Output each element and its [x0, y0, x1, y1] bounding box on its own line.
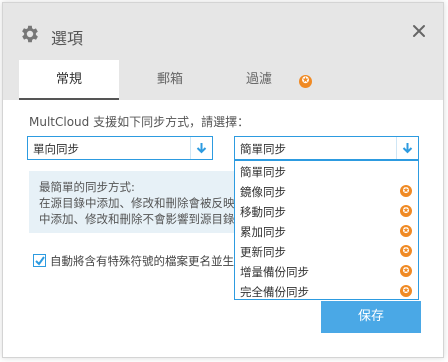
dropdown-option-update-sync[interactable]: 更新同步 ✪ [235, 241, 418, 261]
options-dialog: 選項 常規 郵箱 過濾 ✪ MultCloud 支援如下同步方式，請選擇： 單向… [2, 2, 444, 358]
sync-mode-value: 簡單同步 [240, 142, 286, 156]
dropdown-option-move-sync[interactable]: 移動同步 ✪ [235, 201, 418, 221]
dropdown-option-full-backup-sync[interactable]: 完全備份同步 ✪ [235, 281, 418, 301]
premium-star-icon: ✪ [400, 225, 412, 237]
premium-star-icon: ✪ [400, 185, 412, 197]
close-icon[interactable] [409, 21, 429, 41]
dropdown-option-incremental-backup-sync[interactable]: 增量備份同步 ✪ [235, 261, 418, 281]
option-label: 簡單同步 [240, 165, 286, 179]
sync-direction-select[interactable]: 單向同步 [27, 136, 213, 160]
premium-badge-icon: ✪ [299, 75, 312, 88]
tab-general[interactable]: 常規 [19, 60, 119, 100]
premium-star-icon: ✪ [400, 285, 412, 297]
description-line: 最簡單的同步方式: [39, 180, 135, 194]
sync-mode-select[interactable]: 簡單同步 [234, 136, 419, 160]
save-button[interactable]: 保存 [321, 301, 421, 333]
checkmark-icon [35, 256, 45, 266]
premium-star-icon: ✪ [400, 245, 412, 257]
dialog-header: 選項 常規 郵箱 過濾 ✪ [3, 3, 443, 100]
dropdown-option-cumulative-sync[interactable]: 累加同步 ✪ [235, 221, 418, 241]
tab-mailbox[interactable]: 郵箱 [135, 60, 205, 100]
option-label: 移動同步 [240, 205, 286, 219]
arrow-down-icon [196, 143, 207, 154]
dropdown-arrow[interactable] [190, 137, 212, 159]
option-label: 鏡像同步 [240, 185, 286, 199]
option-label: 完全備份同步 [240, 285, 309, 299]
description-line: 中添加、修改和刪除不會影響到源目錄 [39, 212, 235, 226]
dialog-title: 選項 [51, 29, 84, 48]
dropdown-option-mirror-sync[interactable]: 鏡像同步 ✪ [235, 181, 418, 201]
rename-checkbox[interactable] [33, 254, 46, 267]
sync-description-box: 最簡單的同步方式: 在源目錄中添加、修改和刪除會被反映 中添加、修改和刪除不會影… [29, 171, 259, 233]
sync-intro-text: MultCloud 支援如下同步方式，請選擇： [29, 115, 250, 129]
sync-direction-value: 單向同步 [33, 142, 79, 156]
arrow-down-icon [402, 143, 413, 154]
gear-icon [22, 25, 38, 43]
dropdown-option-simple-sync[interactable]: 簡單同步 [235, 161, 418, 181]
option-label: 增量備份同步 [240, 265, 309, 279]
description-line: 在源目錄中添加、修改和刪除會被反映 [39, 196, 235, 210]
premium-star-icon: ✪ [400, 265, 412, 277]
dropdown-arrow[interactable] [396, 137, 418, 159]
option-label: 更新同步 [240, 245, 286, 259]
premium-star-icon: ✪ [400, 205, 412, 217]
tab-filter[interactable]: 過濾 [219, 60, 299, 100]
option-label: 累加同步 [240, 225, 286, 239]
sync-mode-dropdown: 簡單同步 鏡像同步 ✪ 移動同步 ✪ 累加同步 ✪ 更新同步 ✪ 增量備份同步 … [234, 160, 419, 300]
rename-checkbox-label: 自動將含有特殊符號的檔案更名並生成 [50, 254, 246, 268]
